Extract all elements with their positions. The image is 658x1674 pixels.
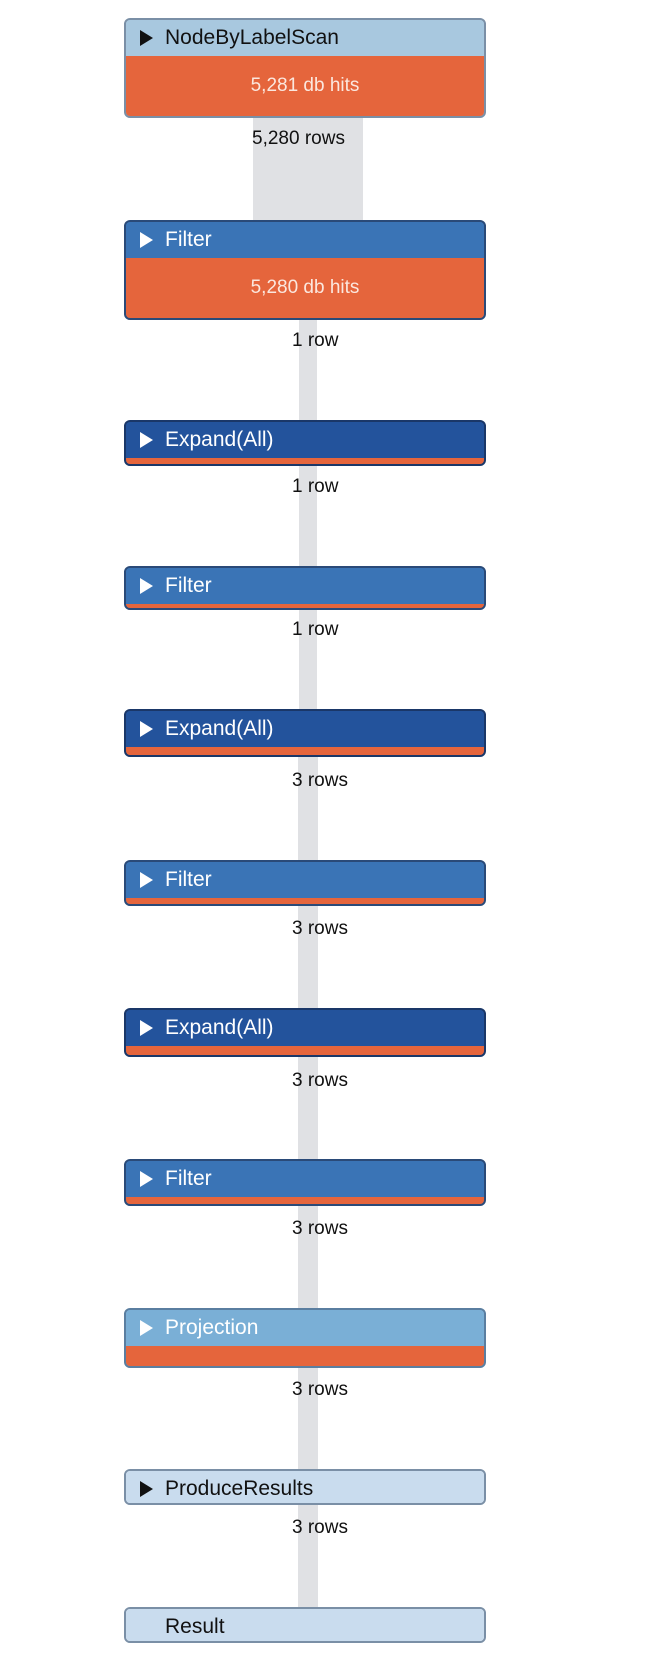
- expand-triangle-icon[interactable]: [140, 1320, 153, 1336]
- expand-triangle-icon[interactable]: [140, 578, 153, 594]
- operator-header[interactable]: Expand(All): [126, 1010, 484, 1046]
- expand-triangle-icon[interactable]: [140, 721, 153, 737]
- row-count-label: 1 row: [292, 619, 339, 640]
- operator-name: Expand(All): [165, 1016, 274, 1039]
- db-hits-bar: [126, 604, 484, 608]
- operator-name: Expand(All): [165, 717, 274, 740]
- db-hits-bar: 5,280 db hits: [126, 258, 484, 318]
- db-hits-bar: 5,281 db hits: [126, 56, 484, 116]
- operator-header[interactable]: Result: [126, 1609, 484, 1641]
- expand-triangle-icon[interactable]: [140, 1171, 153, 1187]
- expand-triangle-icon[interactable]: [140, 432, 153, 448]
- row-count-label: 3 rows: [292, 1218, 348, 1239]
- operator-box[interactable]: Projection: [124, 1308, 486, 1368]
- operator-box[interactable]: Result: [124, 1607, 486, 1643]
- operator-name: Filter: [165, 574, 212, 597]
- operator-header[interactable]: Filter: [126, 1161, 484, 1197]
- operator-box[interactable]: Filter: [124, 860, 486, 906]
- operator-name: Filter: [165, 228, 212, 251]
- db-hits-bar: [126, 1346, 484, 1366]
- operator-header[interactable]: Expand(All): [126, 422, 484, 458]
- expand-triangle-icon[interactable]: [140, 872, 153, 888]
- operator-name: Filter: [165, 1167, 212, 1190]
- row-count-label: 3 rows: [292, 1517, 348, 1538]
- db-hits-bar: [126, 898, 484, 904]
- operator-header[interactable]: Filter: [126, 862, 484, 898]
- row-count-label: 3 rows: [292, 1070, 348, 1091]
- expand-triangle-icon[interactable]: [140, 1481, 153, 1497]
- operator-name: Projection: [165, 1316, 259, 1339]
- operator-name: NodeByLabelScan: [165, 26, 339, 49]
- operator-box[interactable]: Filter: [124, 1159, 486, 1206]
- db-hits-label: 5,280 db hits: [250, 277, 360, 298]
- db-hits-bar: [126, 747, 484, 755]
- db-hits-bar: [126, 458, 484, 464]
- row-count-label: 3 rows: [292, 918, 348, 939]
- operator-header[interactable]: Expand(All): [126, 711, 484, 747]
- db-hits-bar: [126, 1197, 484, 1204]
- operator-box[interactable]: NodeByLabelScan 5,281 db hits: [124, 18, 486, 118]
- operator-name: Expand(All): [165, 428, 274, 451]
- row-count-label: 1 row: [292, 330, 339, 351]
- execution-plan: NodeByLabelScan 5,281 db hits Filter 5,280 …: [0, 0, 658, 1674]
- operator-box[interactable]: Expand(All): [124, 709, 486, 757]
- db-hits-label: 5,281 db hits: [250, 75, 360, 96]
- operator-header[interactable]: ProduceResults: [126, 1471, 484, 1503]
- operator-box[interactable]: ProduceResults: [124, 1469, 486, 1505]
- operator-header[interactable]: Filter: [126, 568, 484, 604]
- operator-name: Result: [165, 1615, 225, 1638]
- operator-name: Filter: [165, 868, 212, 891]
- operator-box[interactable]: Expand(All): [124, 420, 486, 466]
- operator-box[interactable]: Filter: [124, 566, 486, 610]
- operator-box[interactable]: Expand(All): [124, 1008, 486, 1057]
- row-count-label: 5,280 rows: [252, 128, 345, 149]
- row-count-label: 1 row: [292, 476, 339, 497]
- db-hits-bar: [126, 1046, 484, 1055]
- expand-triangle-icon[interactable]: [140, 1020, 153, 1036]
- operator-header[interactable]: NodeByLabelScan: [126, 20, 484, 56]
- operator-header[interactable]: Projection: [126, 1310, 484, 1346]
- operator-box[interactable]: Filter 5,280 db hits: [124, 220, 486, 320]
- operator-header[interactable]: Filter: [126, 222, 484, 258]
- operator-name: ProduceResults: [165, 1477, 314, 1500]
- expand-triangle-icon[interactable]: [140, 232, 153, 248]
- row-count-label: 3 rows: [292, 770, 348, 791]
- expand-triangle-icon[interactable]: [140, 30, 153, 46]
- row-count-label: 3 rows: [292, 1379, 348, 1400]
